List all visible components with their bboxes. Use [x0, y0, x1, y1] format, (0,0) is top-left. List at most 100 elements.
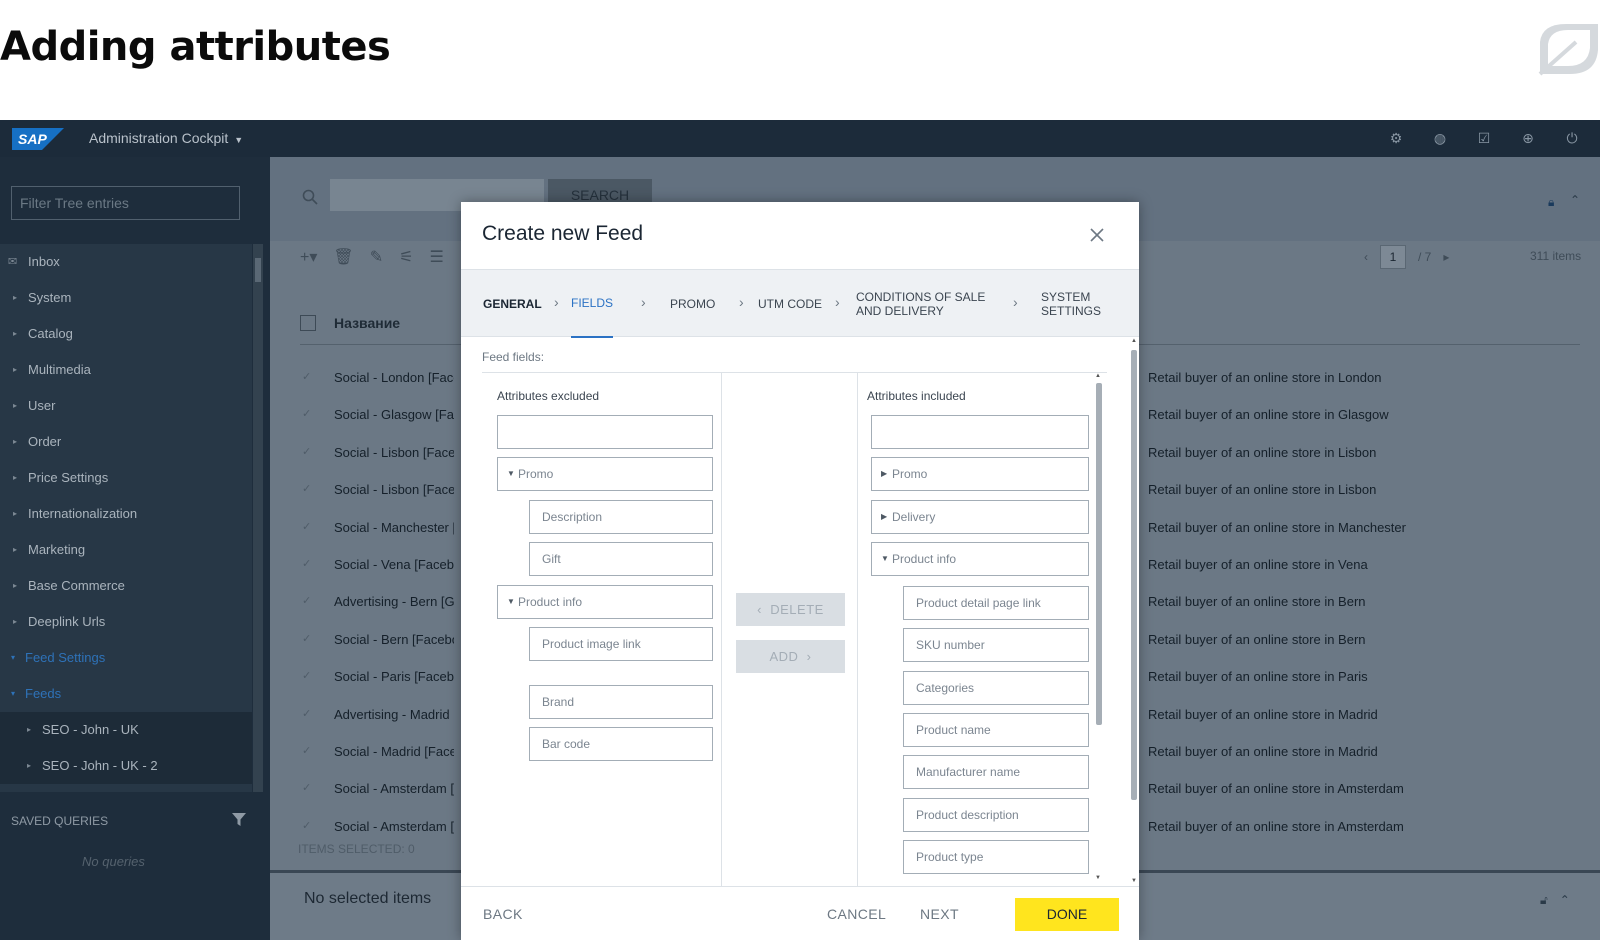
included-scrollbar-thumb[interactable]: [1096, 383, 1102, 725]
included-filter-input[interactable]: [871, 415, 1089, 449]
next-button[interactable]: NEXT: [920, 906, 959, 922]
tree-scrollbar[interactable]: [253, 244, 263, 792]
included-attribute[interactable]: Product detail page link: [903, 586, 1089, 620]
included-scrollbar[interactable]: ▲ ▼: [1094, 373, 1104, 883]
included-group-product-info[interactable]: ▼ Product info: [871, 542, 1089, 576]
included-group-promo[interactable]: ▶ Promo: [871, 457, 1089, 491]
excluded-attribute[interactable]: Brand: [529, 685, 713, 719]
included-attribute[interactable]: Product description: [903, 798, 1089, 832]
excluded-group-product-info[interactable]: ▼ Product info: [497, 585, 713, 619]
people-settings-icon[interactable]: ⚙: [1386, 128, 1406, 148]
row-check-icon[interactable]: ✓: [302, 781, 311, 794]
scroll-down-icon[interactable]: ▼: [1131, 878, 1137, 884]
sidebar-item-seo-john-uk-2[interactable]: ▸ SEO - John - UK - 2: [0, 748, 252, 784]
step-conditions[interactable]: CONDITIONS OF SALE AND DELIVERY: [856, 270, 996, 338]
prev-page-icon[interactable]: ‹: [1364, 250, 1368, 264]
collapse-up-icon[interactable]: ⌃: [1570, 193, 1580, 207]
sidebar-item-label: Base Commerce: [28, 578, 125, 593]
add-button[interactable]: ADD ›: [736, 640, 845, 673]
excluded-attribute[interactable]: Bar code: [529, 727, 713, 761]
tree-view-icon[interactable]: ⚟: [399, 247, 413, 267]
close-icon[interactable]: [1090, 228, 1104, 242]
step-utm-code[interactable]: UTM CODE: [758, 270, 822, 338]
row-check-icon[interactable]: ✓: [302, 819, 311, 832]
row-check-icon[interactable]: ✓: [302, 557, 311, 570]
row-check-icon[interactable]: ✓: [302, 370, 311, 383]
tree-scrollbar-thumb[interactable]: [255, 258, 261, 282]
sidebar-item-marketing[interactable]: ▸ Marketing: [0, 532, 252, 568]
unlock-icon[interactable]: 🔓︎: [1540, 893, 1548, 908]
included-attribute[interactable]: Product name: [903, 713, 1089, 747]
step-general[interactable]: GENERAL: [483, 270, 542, 338]
row-name: Social - London [Facebook]: [334, 370, 454, 385]
included-attribute[interactable]: Product type: [903, 840, 1089, 874]
sidebar-item-internationalization[interactable]: ▸ Internationalization: [0, 496, 252, 532]
row-check-icon[interactable]: ✓: [302, 407, 311, 420]
row-check-icon[interactable]: ✓: [302, 482, 311, 495]
excluded-filter-input[interactable]: [497, 415, 713, 449]
sidebar-item-multimedia[interactable]: ▸ Multimedia: [0, 352, 252, 388]
included-group-delivery[interactable]: ▶ Delivery: [871, 500, 1089, 534]
sidebar-item-feeds[interactable]: ▾ Feeds: [0, 676, 252, 712]
power-icon[interactable]: ⏻: [1562, 128, 1582, 148]
app-switcher[interactable]: Administration Cockpit ▼: [89, 130, 243, 146]
collapse-up-icon[interactable]: ⌃: [1560, 893, 1570, 908]
filter-tree-input[interactable]: Filter Tree entries: [11, 186, 240, 220]
row-check-icon[interactable]: ✓: [302, 669, 311, 682]
inbox-icon: ✉: [8, 256, 18, 268]
select-all-checkbox[interactable]: [300, 315, 316, 331]
row-check-icon[interactable]: ✓: [302, 632, 311, 645]
row-check-icon[interactable]: ✓: [302, 744, 311, 757]
sidebar-item-system[interactable]: ▸ System: [0, 280, 252, 316]
row-check-icon[interactable]: ✓: [302, 445, 311, 458]
excluded-attribute[interactable]: Gift: [529, 542, 713, 576]
world-icon[interactable]: ⊕: [1518, 128, 1538, 148]
chevron-right-icon: ▸: [13, 437, 18, 446]
included-attribute[interactable]: Manufacturer name: [903, 755, 1089, 789]
add-icon[interactable]: +▾: [300, 247, 317, 267]
step-promo[interactable]: PROMO: [670, 270, 715, 338]
step-fields[interactable]: FIELDS: [571, 270, 614, 338]
globe-icon[interactable]: ◍: [1430, 128, 1450, 148]
dialog-scrollbar[interactable]: ▲ ▼: [1129, 338, 1139, 888]
checkbox-icon[interactable]: ☑: [1474, 128, 1494, 148]
chevron-right-icon: ▸: [13, 581, 18, 590]
row-check-icon[interactable]: ✓: [302, 707, 311, 720]
sidebar-item-feed-settings[interactable]: ▾ Feed Settings: [0, 640, 252, 676]
no-selected-items-text: No selected items: [304, 890, 432, 907]
sidebar-item-inbox[interactable]: ✉ Inbox: [0, 244, 252, 280]
delete-icon[interactable]: 🗑︎: [333, 247, 353, 267]
next-page-icon[interactable]: ▸: [1443, 250, 1449, 264]
list-view-icon[interactable]: ☰: [429, 247, 443, 267]
scroll-up-icon[interactable]: ▲: [1131, 338, 1137, 344]
excluded-attribute[interactable]: Description: [529, 500, 713, 534]
sidebar-item-order[interactable]: ▸ Order: [0, 424, 252, 460]
sidebar-item-seo-john-uk[interactable]: ▸ SEO - John - UK: [0, 712, 252, 748]
sidebar-item-base-commerce[interactable]: ▸ Base Commerce: [0, 568, 252, 604]
sap-logo-icon[interactable]: SAP: [12, 128, 64, 150]
step-system-settings[interactable]: SYSTEM SETTINGS: [1041, 270, 1111, 338]
cancel-button[interactable]: CANCEL: [827, 906, 886, 922]
sidebar-item-deeplink-urls[interactable]: ▸ Deeplink Urls: [0, 604, 252, 640]
page-number-input[interactable]: 1: [1380, 245, 1406, 269]
included-attribute[interactable]: SKU number: [903, 628, 1089, 662]
done-button[interactable]: DONE: [1015, 898, 1119, 931]
dialog-title: Create new Feed: [482, 222, 644, 245]
excluded-attribute[interactable]: Product image link: [529, 627, 713, 661]
filter-icon[interactable]: [232, 813, 246, 827]
edit-icon[interactable]: ✎: [370, 247, 383, 267]
sidebar-item-catalog[interactable]: ▸ Catalog: [0, 316, 252, 352]
delete-button[interactable]: ‹ DELETE: [736, 593, 845, 626]
lock-icon[interactable]: 🔒︎: [1548, 195, 1554, 210]
row-check-icon[interactable]: ✓: [302, 594, 311, 607]
back-button[interactable]: BACK: [483, 906, 523, 922]
sidebar-item-user[interactable]: ▸ User: [0, 388, 252, 424]
included-attribute[interactable]: Categories: [903, 671, 1089, 705]
dialog-scrollbar-thumb[interactable]: [1131, 350, 1137, 800]
scroll-up-icon[interactable]: ▲: [1095, 373, 1101, 379]
sidebar-item-price-settings[interactable]: ▸ Price Settings: [0, 460, 252, 496]
row-check-icon[interactable]: ✓: [302, 520, 311, 533]
scroll-down-icon[interactable]: ▼: [1095, 875, 1101, 881]
sidebar-item-label: Feed Settings: [25, 650, 106, 665]
excluded-group-promo[interactable]: ▼ Promo: [497, 457, 713, 491]
